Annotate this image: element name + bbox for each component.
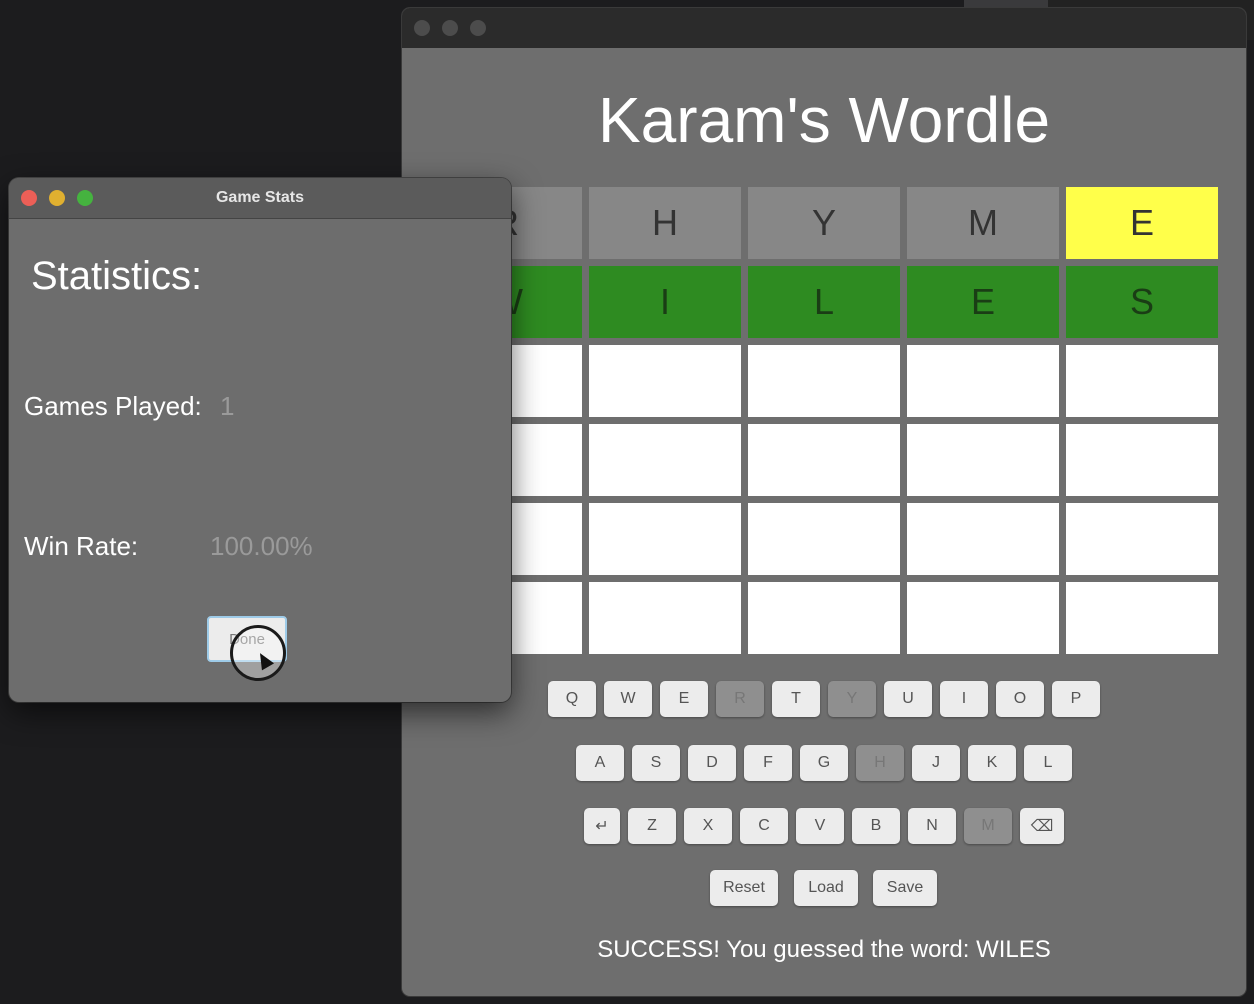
key-o[interactable]: O (996, 681, 1044, 717)
key-k[interactable]: K (968, 745, 1016, 781)
key-c[interactable]: C (740, 808, 788, 844)
key-z[interactable]: Z (628, 808, 676, 844)
key-h[interactable]: H (856, 745, 904, 781)
key-j[interactable]: J (912, 745, 960, 781)
game-stats-dialog: Game Stats Statistics: Games Played: 1 W… (9, 178, 511, 702)
key-s[interactable]: S (632, 745, 680, 781)
key-r[interactable]: R (716, 681, 764, 717)
key-w[interactable]: W (604, 681, 652, 717)
games-played-label: Games Played: (24, 391, 202, 421)
stats-titlebar: Game Stats (9, 178, 511, 219)
key-f[interactable]: F (744, 745, 792, 781)
key-i[interactable]: I (940, 681, 988, 717)
on-screen-keyboard: Q W E R T Y U I O P A S D F G H J K L ↵ Z X C V B N M ⌫ (402, 8, 1246, 996)
key-y[interactable]: Y (828, 681, 876, 717)
load-button[interactable]: Load (794, 870, 858, 906)
key-q[interactable]: Q (548, 681, 596, 717)
key-a[interactable]: A (576, 745, 624, 781)
wordle-window: Karam's Wordle RHYMEWILES QWERTYUIOPASDF… (402, 8, 1246, 996)
key-m[interactable]: M (964, 808, 1012, 844)
key-d[interactable]: D (688, 745, 736, 781)
dialog-title: Game Stats (215, 189, 305, 206)
backspace-key-icon[interactable]: ⌫ (1020, 808, 1064, 844)
key-b[interactable]: B (852, 808, 900, 844)
enter-key-icon[interactable]: ↵ (584, 808, 620, 844)
key-g[interactable]: G (800, 745, 848, 781)
key-u[interactable]: U (884, 681, 932, 717)
key-t[interactable]: T (772, 681, 820, 717)
games-played-value: 1 (220, 391, 235, 421)
statistics-heading: Statistics: (31, 254, 203, 298)
win-rate-value: 100.00% (210, 531, 313, 561)
save-button[interactable]: Save (873, 870, 937, 906)
status-message: SUCCESS! You guessed the word: WILES (597, 936, 1051, 963)
key-e[interactable]: E (660, 681, 708, 717)
reset-button[interactable]: Reset (710, 870, 778, 906)
key-n[interactable]: N (908, 808, 956, 844)
key-x[interactable]: X (684, 808, 732, 844)
win-rate-label: Win Rate: (24, 531, 139, 561)
key-l[interactable]: L (1024, 745, 1072, 781)
key-p[interactable]: P (1052, 681, 1100, 717)
key-v[interactable]: V (796, 808, 844, 844)
